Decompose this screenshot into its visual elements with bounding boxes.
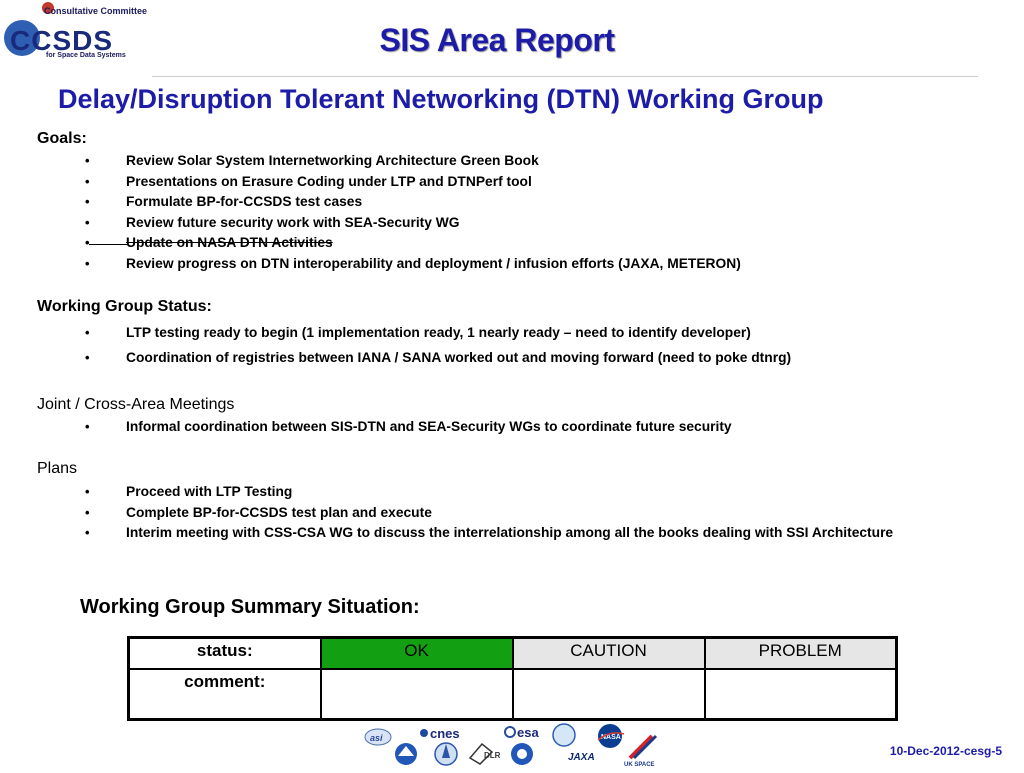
- comment-label-cell: comment:: [127, 668, 322, 721]
- inpe-logo-icon: [434, 742, 458, 766]
- page-title: SIS Area Report: [379, 22, 615, 58]
- bullet-icon: •: [85, 350, 90, 365]
- goal-item-text: Update on NASA DTN Activities: [126, 235, 333, 250]
- comment-problem-cell: [703, 668, 898, 721]
- bullet-icon: •: [85, 233, 126, 253]
- goals-heading: Goals:: [37, 130, 87, 147]
- goal-item-text: Review progress on DTN interoperability …: [126, 255, 741, 271]
- footer-date-code: 10-Dec-2012-cesg-5: [889, 744, 1002, 758]
- bullet-icon: •: [85, 484, 90, 499]
- table-row-status: status: OK CAUTION PROBLEM: [127, 636, 898, 670]
- plan-item-text: Complete BP-for-CCSDS test plan and exec…: [126, 504, 432, 520]
- bullet-icon: •: [85, 255, 90, 271]
- asi-logo-icon: asi: [364, 728, 392, 746]
- status-caution-cell: CAUTION: [511, 636, 706, 670]
- joint-item-text: Informal coordination between SIS-DTN an…: [126, 419, 732, 434]
- dlr-logo-icon: DLR: [468, 742, 501, 765]
- svg-text:UK SPACE: UK SPACE: [624, 762, 655, 768]
- joint-heading: Joint / Cross-Area Meetings: [37, 396, 235, 413]
- agency-logos: asi cnes DLR esa JAXA NASA UK SPACE: [362, 722, 662, 768]
- table-row-comment: comment:: [127, 668, 898, 721]
- plans-heading: Plans: [37, 460, 78, 477]
- svg-text:NASA: NASA: [601, 734, 621, 741]
- uk-space-logo-icon: UK SPACE: [624, 734, 658, 768]
- summary-title: Working Group Summary Situation:: [80, 596, 420, 618]
- plan-item-text: Proceed with LTP Testing: [126, 484, 293, 499]
- goal-item-text: Formulate BP-for-CCSDS test cases: [126, 194, 363, 209]
- comment-ok-cell: [319, 668, 514, 721]
- status-heading: Working Group Status:: [37, 298, 212, 315]
- logo-line1: Consultative Committee: [44, 6, 148, 16]
- goal-item-text: Review Solar System Internetworking Arch…: [126, 153, 539, 168]
- bullet-icon: •: [85, 173, 90, 189]
- esa-logo-icon: esa: [504, 725, 539, 740]
- plan-item-text: Interim meeting with CSS-CSA WG to discu…: [126, 525, 894, 540]
- jaxa-logo-icon: JAXA: [552, 723, 595, 763]
- svg-text:cnes: cnes: [430, 726, 460, 741]
- status-ok-cell: OK: [319, 636, 514, 670]
- title-divider: [152, 76, 978, 77]
- svg-text:esa: esa: [517, 725, 539, 740]
- cnes-logo-icon: cnes: [420, 726, 460, 741]
- agency-logos-graphic: asi cnes DLR esa JAXA NASA UK SPACE: [364, 723, 658, 768]
- svg-text:asi: asi: [370, 733, 383, 743]
- svg-text:DLR: DLR: [484, 751, 501, 760]
- bullet-icon: •: [85, 325, 90, 340]
- status-item-text: LTP testing ready to begin (1 implementa…: [126, 325, 751, 340]
- goal-item-text: Presentations on Erasure Coding under LT…: [126, 173, 532, 189]
- status-label-cell: status:: [127, 636, 322, 670]
- bullet-icon: •: [85, 214, 90, 230]
- agency-roundel-icon: [511, 743, 533, 765]
- page-subtitle: Delay/Disruption Tolerant Networking (DT…: [58, 84, 824, 114]
- status-item-text: Coordination of registries between IANA …: [126, 350, 792, 365]
- csa-logo-icon: [395, 743, 417, 765]
- svg-text:JAXA: JAXA: [568, 752, 595, 763]
- nasa-logo-icon: NASA: [597, 724, 625, 748]
- goal-item-text: Review future security work with SEA-Sec…: [126, 214, 460, 230]
- summary-table: status: OK CAUTION PROBLEM comment:: [127, 636, 898, 721]
- comment-caution-cell: [511, 668, 706, 721]
- bullet-icon: •: [85, 504, 90, 520]
- bullet-icon: •: [85, 194, 90, 209]
- bullet-icon: •: [85, 525, 90, 540]
- status-problem-cell: PROBLEM: [703, 636, 898, 670]
- bullet-icon: •: [85, 153, 90, 168]
- bullet-icon: •: [85, 419, 90, 434]
